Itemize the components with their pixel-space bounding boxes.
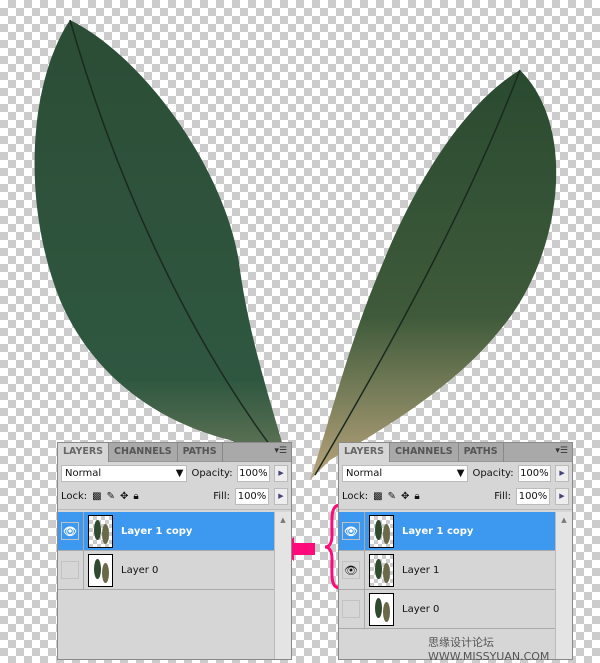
layer-name: Layer 1 copy bbox=[402, 525, 474, 537]
opacity-label: Opacity: bbox=[472, 467, 514, 479]
layer-name: Layer 1 bbox=[402, 564, 440, 576]
layer-thumbnail bbox=[369, 553, 394, 587]
visibility-toggle[interactable] bbox=[61, 561, 79, 579]
blend-mode-select[interactable]: Normal ▼ bbox=[342, 464, 469, 482]
lock-transparent-icon[interactable]: ▩ bbox=[92, 491, 101, 502]
blend-mode-select[interactable]: Normal ▼ bbox=[61, 464, 188, 482]
layer-name: Layer 0 bbox=[121, 564, 159, 576]
lock-move-icon[interactable]: ✥ bbox=[120, 491, 128, 502]
tab-channels[interactable]: CHANNELS bbox=[109, 443, 178, 462]
layer-name: Layer 0 bbox=[402, 603, 440, 615]
layers-list: 👁︎ Layer 1 copy Layer 0 bbox=[58, 512, 274, 659]
lock-all-icon[interactable]: 🔒︎ bbox=[414, 491, 419, 502]
layer-row[interactable]: 👁︎ Layer 1 copy bbox=[58, 512, 274, 551]
layers-panel-left: LAYERS CHANNELS PATHS ▾☰ Normal ▼ Opacity… bbox=[57, 442, 292, 660]
lock-brush-icon[interactable]: ✎ bbox=[107, 491, 115, 502]
layer-thumbnail bbox=[88, 514, 113, 548]
fill-input[interactable]: 100% bbox=[235, 488, 269, 505]
lock-brush-icon[interactable]: ✎ bbox=[388, 491, 396, 502]
layer-row[interactable]: 👁︎ Layer 1 copy bbox=[339, 512, 555, 551]
opacity-slider-button[interactable]: ▶ bbox=[274, 464, 288, 482]
layer-row[interactable]: Layer 0 bbox=[58, 551, 274, 590]
tab-paths[interactable]: PATHS bbox=[178, 443, 223, 462]
layer-thumbnail bbox=[369, 514, 394, 548]
layer-row[interactable]: 👁︎ Layer 1 bbox=[339, 551, 555, 590]
layer-thumbnail bbox=[88, 553, 113, 587]
layer-name: Layer 1 copy bbox=[121, 525, 193, 537]
visibility-toggle[interactable] bbox=[342, 600, 360, 618]
lock-all-icon[interactable]: 🔒︎ bbox=[133, 491, 138, 502]
scrollbar[interactable]: ▲ bbox=[274, 512, 291, 659]
opacity-slider-button[interactable]: ▶ bbox=[555, 464, 569, 482]
blend-mode-value: Normal bbox=[65, 467, 102, 479]
left-feather bbox=[34, 20, 290, 470]
eye-icon[interactable]: 👁︎ bbox=[61, 522, 79, 540]
fill-slider-button[interactable]: ▶ bbox=[274, 488, 288, 505]
layer-row[interactable]: Layer 0 bbox=[339, 590, 555, 629]
chevron-down-icon: ▼ bbox=[175, 467, 184, 479]
eye-icon[interactable]: 👁︎ bbox=[342, 561, 360, 579]
opacity-input[interactable]: 100% bbox=[236, 464, 271, 482]
panel-menu-icon[interactable]: ▾☰ bbox=[551, 443, 572, 461]
tab-paths[interactable]: PATHS bbox=[459, 443, 504, 462]
lock-label: Lock: bbox=[342, 491, 369, 502]
lock-transparent-icon[interactable]: ▩ bbox=[373, 491, 382, 502]
opacity-label: Opacity: bbox=[191, 467, 233, 479]
fill-input[interactable]: 100% bbox=[516, 488, 550, 505]
tab-layers[interactable]: LAYERS bbox=[339, 443, 391, 462]
lock-move-icon[interactable]: ✥ bbox=[401, 491, 409, 502]
lock-label: Lock: bbox=[61, 491, 88, 502]
tab-layers[interactable]: LAYERS bbox=[58, 443, 110, 462]
tab-channels[interactable]: CHANNELS bbox=[390, 443, 459, 462]
layer-thumbnail bbox=[369, 592, 394, 626]
fill-label: Fill: bbox=[494, 491, 511, 502]
blend-mode-value: Normal bbox=[346, 467, 383, 479]
panel-menu-icon[interactable]: ▾☰ bbox=[270, 443, 291, 461]
watermark: 思缘设计论坛 WWW.MISSYUAN.COM bbox=[428, 636, 550, 663]
eye-icon[interactable]: 👁︎ bbox=[342, 522, 360, 540]
chevron-down-icon: ▼ bbox=[456, 467, 465, 479]
fill-label: Fill: bbox=[213, 491, 230, 502]
fill-slider-button[interactable]: ▶ bbox=[555, 488, 569, 505]
layers-panel-right: LAYERS CHANNELS PATHS ▾☰ Normal ▼ Opacity… bbox=[338, 442, 573, 660]
opacity-input[interactable]: 100% bbox=[517, 464, 552, 482]
